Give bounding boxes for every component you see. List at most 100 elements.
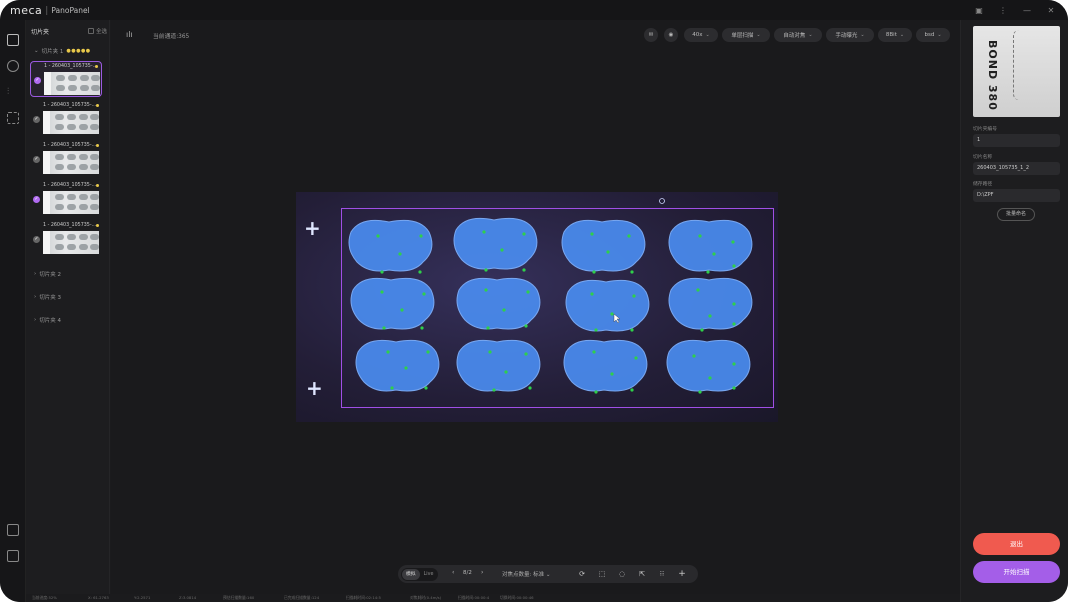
slide-preview[interactable]: + + [296, 192, 778, 422]
start-scan-button[interactable]: 开始扫描 [973, 561, 1060, 583]
slide-checkbox[interactable]: ✓ [33, 236, 40, 243]
mode-toggle[interactable]: 模拟 Live [401, 567, 439, 581]
focus-points-select[interactable]: 对焦点数量: 标准 ⌄ [502, 570, 550, 578]
chevron-down-icon: ⌄ [860, 32, 865, 38]
slide-name: 1 - 260403_105735-... [43, 223, 97, 228]
scan-mode-value: 单层扫描 [731, 33, 754, 39]
settings-sliders-icon[interactable]: ⫶ [7, 86, 19, 98]
folder-label: 切片夹 2 [39, 272, 61, 278]
title-bar: meca | PanoPanel ▣ ⋮ — ✕ [0, 0, 1068, 20]
slide-card[interactable]: 1 - 260403_105735-... ✓ [30, 141, 102, 177]
slide-panel-title: 切片夹 [31, 28, 50, 36]
scan-nav-icon[interactable] [7, 34, 19, 46]
slide-viewer: ılı 当前通道:365 ✉ ◉ 40x ⌄ 单层扫描 ⌄ 自动对焦 ⌄ 手动曝光 ⌄ … [111, 20, 960, 594]
camera-icon[interactable]: ◉ [664, 28, 678, 42]
page-indicator: 8/2 [463, 570, 472, 576]
format-select[interactable]: bsd ⌄ [916, 28, 950, 42]
folder-group-4[interactable]: › 切片夹 4 [34, 316, 61, 324]
magnification-value: 40x [692, 32, 703, 38]
slide-checkbox[interactable]: ✓ [33, 156, 40, 163]
folder-group-2[interactable]: › 切片夹 2 [34, 270, 61, 278]
app-window: meca | PanoPanel ▣ ⋮ — ✕ ⫶ 切片夹 全选 ⌄ 切片夹 … [0, 0, 1068, 602]
close-icon[interactable]: ✕ [1044, 3, 1058, 17]
folder-label: 切片夹 4 [39, 318, 61, 324]
bit-depth-value: 8Bit [885, 32, 897, 38]
focus-frame-icon[interactable] [7, 112, 19, 124]
save-path-field[interactable]: D:\ZPF [973, 189, 1060, 202]
slide-panel: 切片夹 全选 ⌄ 切片夹 1 ●●●●● 1 - 260403_105735-.… [26, 20, 110, 594]
exposure-value: 手动曝光 [835, 33, 858, 39]
mode-option-sim[interactable]: 模拟 [402, 568, 420, 580]
chevron-down-icon: ⌄ [705, 32, 710, 38]
more-icon[interactable]: ⋮ [996, 3, 1010, 17]
slide-name-label: 切片名称 [973, 155, 993, 160]
prev-page-icon[interactable]: ‹ [452, 569, 454, 576]
status-x: X: 61.2763 [88, 595, 109, 600]
focus-mode-select[interactable]: 自动对焦 ⌄ [774, 28, 822, 42]
mode-option-live[interactable]: Live [420, 569, 438, 580]
icon-rail: ⫶ [0, 20, 26, 602]
mail-icon[interactable]: ✉ [644, 28, 658, 42]
status-elapsed: 扫描耗时间:02:14:5 [346, 595, 381, 600]
batch-rename-button[interactable]: 批量命名 [997, 208, 1035, 221]
slide-name: 1 - 260403_105735-... [43, 103, 97, 108]
exposure-select[interactable]: 手动曝光 ⌄ [826, 28, 874, 42]
scan-mode-select[interactable]: 单层扫描 ⌄ [722, 28, 770, 42]
slide-checkbox[interactable]: ✓ [34, 77, 41, 84]
status-y: Y:2.2571 [134, 595, 151, 600]
slide-thumbnail [43, 151, 99, 174]
add-icon[interactable]: + [677, 569, 687, 579]
folder-label: 切片夹 1 [41, 49, 64, 55]
folder-number-field[interactable]: 1 [973, 134, 1060, 147]
slide-card[interactable]: 1 - 260403_105735-... ✓ [30, 181, 102, 217]
select-all-checkbox[interactable] [87, 28, 94, 34]
status-dot [96, 224, 99, 227]
history-nav-icon[interactable] [7, 60, 19, 72]
export-region-icon[interactable]: ⇱ [637, 569, 647, 579]
fiducial-mark-top: + [304, 216, 321, 240]
status-scan-time: 扫描时间:00:00:4 [458, 595, 490, 600]
status-progress: 当前进度:52% [32, 595, 57, 600]
handwriting [1013, 30, 1053, 100]
lasso-select-icon[interactable]: ◌ [617, 569, 627, 579]
channel-count: 当前通道:365 [153, 34, 190, 40]
slide-checkbox[interactable]: ✓ [33, 196, 40, 203]
slide-thumbnail [44, 72, 100, 95]
refresh-icon[interactable]: ⟳ [577, 569, 587, 579]
scan-region-selection[interactable] [341, 208, 774, 408]
viewer-toolbar: ılı 当前通道:365 ✉ ◉ 40x ⌄ 单层扫描 ⌄ 自动对焦 ⌄ 手动曝光 ⌄ … [111, 20, 960, 50]
slide-status-dots: ●●●●● [66, 48, 91, 54]
histogram-icon[interactable]: ılı [126, 30, 133, 39]
chevron-down-icon: ⌄ [937, 32, 942, 38]
brand: meca | PanoPanel [10, 4, 90, 17]
chevron-right-icon: › [34, 317, 37, 323]
product-name: PanoPanel [51, 6, 90, 15]
minimize-icon[interactable]: — [1020, 3, 1034, 17]
status-bar: 当前进度:52% X: 61.2763 Y:2.2571 Z:3.0814 预估… [26, 594, 960, 602]
slide-card[interactable]: 1 - 260403_105735-... ✓ [30, 61, 102, 97]
label-text: BOND 380 [986, 40, 999, 111]
slide-card[interactable]: 1 - 260403_105735-... ✓ [30, 221, 102, 257]
folder-label: 切片夹 3 [39, 295, 61, 301]
status-completed: 已完成扫描数量:124 [284, 595, 320, 600]
layout-icon[interactable]: ▣ [972, 3, 986, 17]
export-icon[interactable] [7, 524, 19, 536]
rect-select-icon[interactable]: ⬚ [597, 569, 607, 579]
magnification-select[interactable]: 40x ⌄ [684, 28, 718, 42]
slide-info-panel: BOND 380 切片夹编号 1 切片名称 260403_105735_1_2 … [960, 20, 1068, 602]
grid-points-icon[interactable]: ⁝⁝ [657, 569, 667, 579]
exit-button[interactable]: 退出 [973, 533, 1060, 555]
brand-separator: | [45, 5, 49, 16]
chevron-down-icon: ⌄ [899, 32, 905, 38]
folder-group-3[interactable]: › 切片夹 3 [34, 293, 61, 301]
bit-depth-select[interactable]: 8Bit ⌄ [878, 28, 912, 42]
slide-name: 1 - 260403_105735-... [43, 183, 97, 188]
report-icon[interactable] [7, 550, 19, 562]
slide-card[interactable]: 1 - 260403_105735-... ✓ [30, 101, 102, 137]
slide-name-field[interactable]: 260403_105735_1_2 [973, 162, 1060, 175]
folder-group-1[interactable]: ⌄ 切片夹 1 ●●●●● [34, 47, 91, 55]
slide-checkbox[interactable]: ✓ [33, 116, 40, 123]
select-all[interactable]: 全选 [87, 27, 107, 35]
next-page-icon[interactable]: › [481, 569, 483, 576]
slide-name: 1 - 260403_105735-... [43, 143, 97, 148]
